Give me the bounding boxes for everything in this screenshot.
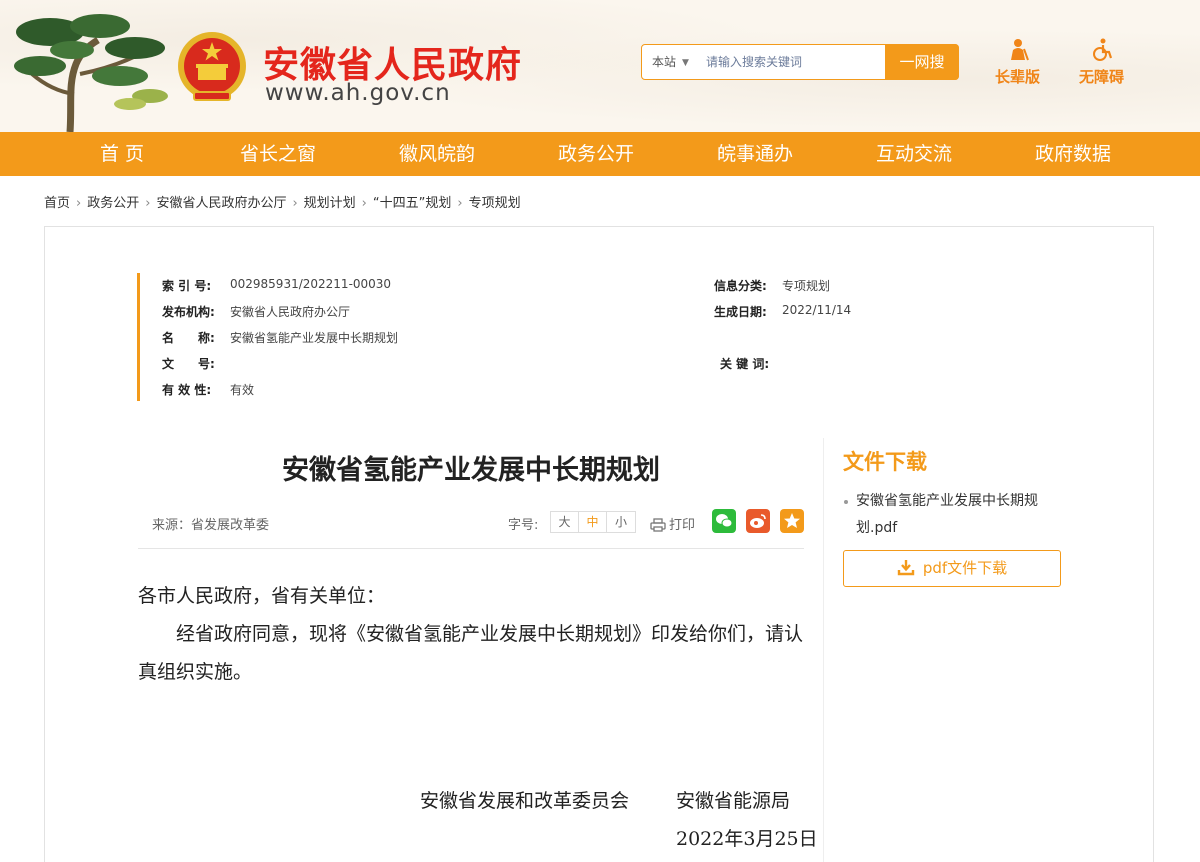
signer-drc: 安徽省发展和改革委员会 — [420, 790, 630, 812]
document-info-table: 索 引 号: 002985931/202211-00030 信息分类: 专项规划… — [137, 273, 857, 401]
breadcrumb-separator: › — [292, 196, 298, 211]
info-value: 002985931/202211-00030 — [230, 277, 392, 291]
font-size-selector: 大 中 小 — [550, 511, 636, 533]
breadcrumb-separator: › — [145, 196, 151, 211]
weibo-icon — [750, 514, 766, 528]
info-label: 关 键 词: — [720, 357, 770, 371]
search-scope-label: 本站 — [652, 55, 677, 69]
nav-item-interaction[interactable]: 互动交流 — [844, 132, 984, 176]
elder-person-icon — [1010, 39, 1029, 61]
bullet-icon — [844, 500, 848, 504]
breadcrumb-separator: › — [457, 196, 463, 211]
font-size-small-button[interactable]: 小 — [607, 512, 635, 532]
info-label: 名 称: — [162, 331, 215, 345]
star-icon — [784, 513, 800, 528]
article-meta-bar: 来源：省发展改革委 字号: 大 中 小 打印 — [138, 505, 804, 539]
attachment-link[interactable]: 安徽省氢能产业发展中长期规划.pdf — [844, 488, 1064, 542]
elder-mode-label: 长辈版 — [995, 68, 1041, 86]
info-value: 2022/11/14 — [782, 303, 852, 317]
info-value: 安徽省氢能产业发展中长期规划 — [230, 331, 399, 345]
article-divider — [138, 548, 804, 549]
info-label: 有 效 性: — [162, 383, 212, 397]
article-paragraph: 经省政府同意，现将《安徽省氢能产业发展中长期规划》印发给你们，请认真组织实施。 — [138, 623, 804, 683]
print-button[interactable]: 打印 — [650, 514, 695, 533]
article-salutation: 各市人民政府，省有关单位： — [138, 585, 386, 607]
font-size-medium-button[interactable]: 中 — [579, 512, 607, 532]
accessible-mode-button[interactable]: 无障碍 — [1079, 38, 1124, 87]
pdf-download-label: pdf文件下载 — [922, 559, 1008, 577]
file-download-title: 文件下载 — [843, 450, 927, 474]
font-size-large-button[interactable]: 大 — [551, 512, 579, 532]
info-label: 索 引 号: — [162, 279, 212, 293]
printer-icon — [650, 518, 666, 532]
article-title: 安徽省氢能产业发展中长期规划 — [282, 455, 660, 486]
search-scope-select[interactable]: 本站 ▼ — [652, 45, 689, 79]
nav-item-governor[interactable]: 省长之窗 — [208, 132, 348, 176]
breadcrumb-item[interactable]: 安徽省人民政府办公厅 — [156, 192, 286, 211]
font-size-label: 字号: — [508, 518, 539, 533]
file-download-sidebar: 文件下载 安徽省氢能产业发展中长期规划.pdf pdf文件下载 — [823, 438, 1073, 862]
breadcrumb-separator: › — [76, 196, 82, 211]
info-label: 发布机构: — [162, 305, 215, 319]
breadcrumb-item[interactable]: “十四五”规划 — [373, 192, 451, 211]
pine-tree-logo-icon — [14, 14, 168, 132]
nav-item-culture[interactable]: 徽风皖韵 — [367, 132, 507, 176]
info-label: 文 号: — [162, 357, 215, 371]
elder-mode-button[interactable]: 长辈版 — [995, 38, 1040, 87]
share-weibo-button[interactable] — [746, 509, 770, 533]
search-box: 本站 ▼ 一网搜 — [641, 44, 959, 80]
breadcrumb-item[interactable]: 专项规划 — [469, 192, 521, 211]
info-label: 生成日期: — [714, 305, 767, 319]
favorite-button[interactable] — [780, 509, 804, 533]
search-input[interactable] — [706, 51, 882, 73]
nav-item-services[interactable]: 皖事通办 — [685, 132, 825, 176]
info-value: 有效 — [230, 383, 255, 397]
breadcrumb: 首页 › 政务公开 › 安徽省人民政府办公厅 › 规划计划 › “十四五”规划 › 专项规划 — [44, 192, 521, 211]
chevron-down-icon: ▼ — [682, 58, 689, 68]
pdf-download-button[interactable]: pdf文件下载 — [843, 550, 1061, 587]
article-source: 来源：省发展改革委 — [152, 518, 270, 533]
breadcrumb-item[interactable]: 首页 — [44, 192, 70, 211]
download-icon — [897, 560, 915, 576]
wheelchair-icon — [1092, 38, 1112, 61]
attachment-name: 安徽省氢能产业发展中长期规划.pdf — [856, 493, 1038, 536]
site-header: 安徽省人民政府 www.ah.gov.cn 本站▼ 一网搜 长辈版 无障碍 — [0, 0, 1200, 132]
info-value: 专项规划 — [782, 279, 831, 293]
breadcrumb-separator: › — [361, 196, 367, 211]
signer-energy-bureau: 安徽省能源局 — [676, 790, 791, 812]
breadcrumb-item[interactable]: 政务公开 — [87, 192, 139, 211]
info-value: 安徽省人民政府办公厅 — [230, 305, 351, 319]
nav-item-gov-affairs[interactable]: 政务公开 — [526, 132, 666, 176]
breadcrumb-item[interactable]: 规划计划 — [304, 192, 356, 211]
national-emblem-icon — [178, 32, 246, 101]
wechat-icon — [716, 514, 733, 528]
main-nav: 首 页 省长之窗 徽风皖韵 政务公开 皖事通办 互动交流 政府数据 — [0, 132, 1200, 176]
info-label: 信息分类: — [714, 279, 767, 293]
signature-date: 2022年3月25日 — [676, 828, 818, 850]
nav-item-home[interactable]: 首 页 — [52, 132, 192, 176]
share-wechat-button[interactable] — [712, 509, 736, 533]
print-label: 打印 — [669, 518, 696, 533]
site-url[interactable]: www.ah.gov.cn — [265, 80, 451, 106]
nav-item-data[interactable]: 政府数据 — [1003, 132, 1143, 176]
search-button[interactable]: 一网搜 — [885, 44, 959, 80]
accessible-mode-label: 无障碍 — [1079, 68, 1125, 86]
